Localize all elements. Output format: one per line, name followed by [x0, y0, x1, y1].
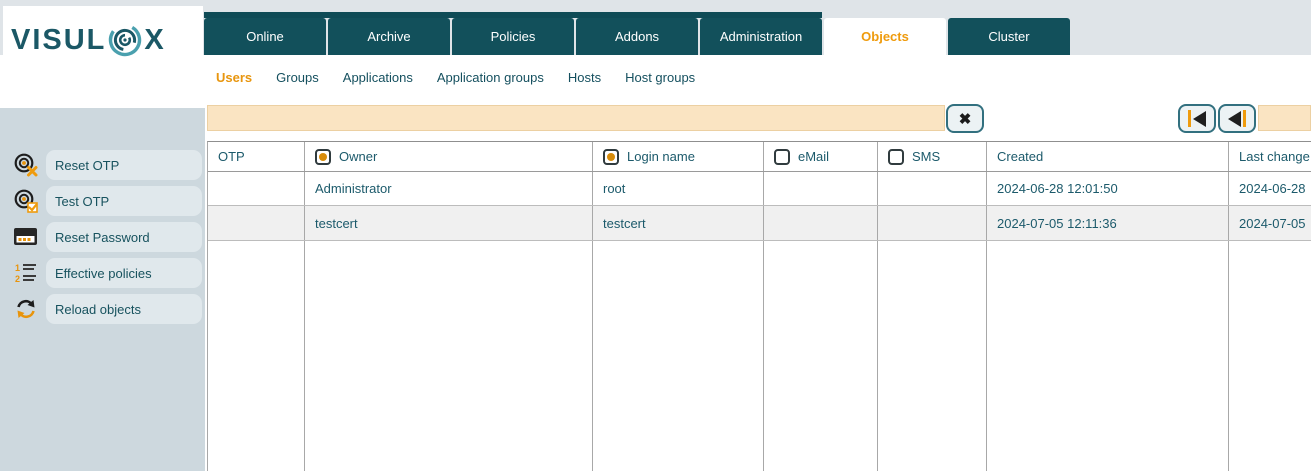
side-filter-input[interactable] [1258, 105, 1311, 131]
cell-owner: Administrator [305, 172, 593, 205]
subnav-users[interactable]: Users [216, 70, 252, 85]
col-header-owner[interactable]: Owner [305, 142, 593, 171]
effective-policies-button[interactable]: Effective policies [46, 258, 202, 288]
logo-card: VISUL X [3, 6, 203, 108]
numbered-list-icon: 1 2 [13, 262, 39, 284]
clear-filter-button[interactable]: ✖ [946, 104, 984, 133]
actions-sidebar: Reset OTP Test OTP Reset Password [0, 108, 205, 471]
previous-page-button[interactable] [1218, 104, 1256, 133]
col-header-login-name[interactable]: Login name [593, 142, 764, 171]
logo-text-left: VISUL [11, 23, 106, 57]
cell-sms [878, 206, 987, 240]
tab-addons[interactable]: Addons [576, 18, 698, 55]
col-header-sms[interactable]: SMS [878, 142, 987, 171]
tab-administration[interactable]: Administration [700, 18, 822, 55]
cell-last-change: 2024-07-05 [1229, 206, 1311, 240]
cell-otp [208, 172, 305, 205]
first-page-button[interactable] [1178, 104, 1216, 133]
cell-otp [208, 206, 305, 240]
previous-page-icon [1228, 111, 1241, 127]
table-row[interactable]: testcert testcert 2024-07-05 12:11:36 20… [208, 206, 1311, 241]
users-table: OTP Owner Login name eMail SMS Created L… [207, 141, 1311, 471]
col-header-last-change[interactable]: Last change [1229, 142, 1311, 171]
subnav-application-groups[interactable]: Application groups [437, 70, 544, 85]
table-empty-area [208, 241, 1311, 471]
subnav-host-groups[interactable]: Host groups [625, 70, 695, 85]
table-header-row: OTP Owner Login name eMail SMS Created L… [208, 142, 1311, 172]
col-header-otp[interactable]: OTP [208, 142, 305, 171]
owner-radio-checked[interactable] [315, 149, 331, 165]
reload-objects-button[interactable]: Reload objects [46, 294, 202, 324]
cell-email [764, 172, 878, 205]
cell-login-name: root [593, 172, 764, 205]
reload-arrows-icon [13, 298, 39, 320]
visulox-logo: VISUL X [11, 22, 166, 58]
cell-created: 2024-07-05 12:11:36 [987, 206, 1229, 240]
subnav-hosts[interactable]: Hosts [568, 70, 601, 85]
otp-reset-icon [13, 152, 39, 178]
otp-test-icon [13, 188, 39, 214]
test-otp-button[interactable]: Test OTP [46, 186, 202, 216]
login-name-radio-checked[interactable] [603, 149, 619, 165]
visulox-logo-icon [107, 22, 143, 58]
cell-email [764, 206, 878, 240]
filter-input[interactable] [207, 105, 945, 131]
tab-online[interactable]: Online [204, 18, 326, 55]
first-page-icon [1188, 110, 1191, 127]
close-icon: ✖ [959, 110, 972, 128]
table-row[interactable]: Administrator root 2024-06-28 12:01:50 2… [208, 172, 1311, 206]
cell-last-change: 2024-06-28 [1229, 172, 1311, 205]
cell-sms [878, 172, 987, 205]
email-checkbox-unchecked[interactable] [774, 149, 790, 165]
subnav-groups[interactable]: Groups [276, 70, 319, 85]
tab-objects[interactable]: Objects [824, 18, 946, 55]
cell-login-name: testcert [593, 206, 764, 240]
cell-created: 2024-06-28 12:01:50 [987, 172, 1229, 205]
sms-checkbox-unchecked[interactable] [888, 149, 904, 165]
objects-subnav: Users Groups Applications Application gr… [216, 70, 695, 85]
svg-text:1: 1 [15, 263, 20, 273]
tab-policies[interactable]: Policies [452, 18, 574, 55]
cell-owner: testcert [305, 206, 593, 240]
col-header-created[interactable]: Created [987, 142, 1229, 171]
col-header-email[interactable]: eMail [764, 142, 878, 171]
reset-otp-button[interactable]: Reset OTP [46, 150, 202, 180]
logo-text-right: X [144, 23, 165, 57]
tab-cluster[interactable]: Cluster [948, 18, 1070, 55]
password-window-icon [13, 226, 39, 248]
reset-password-button[interactable]: Reset Password [46, 222, 202, 252]
tab-archive[interactable]: Archive [328, 18, 450, 55]
main-tab-bar: Online Archive Policies Addons Administr… [204, 18, 1070, 55]
svg-text:2: 2 [15, 274, 20, 284]
subnav-applications[interactable]: Applications [343, 70, 413, 85]
